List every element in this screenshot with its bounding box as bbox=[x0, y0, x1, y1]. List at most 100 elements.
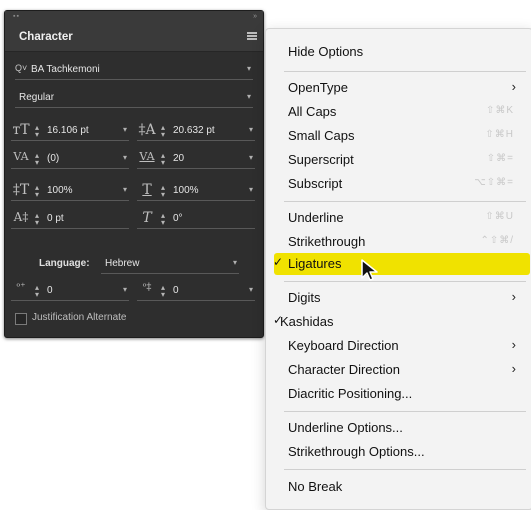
menu-item-hide-options[interactable]: Hide Options bbox=[266, 41, 531, 63]
mouse-pointer-icon bbox=[361, 259, 378, 281]
stepper-icon[interactable]: ▴ ▾ bbox=[159, 212, 167, 227]
menu-separator bbox=[284, 469, 526, 470]
chevron-down-icon[interactable]: ▾ bbox=[123, 125, 127, 134]
chevron-down-icon[interactable]: ▾ bbox=[249, 185, 253, 194]
font-style-select[interactable]: Regular ▾ bbox=[15, 89, 253, 108]
skew-field[interactable]: T ▴ ▾ 0° bbox=[137, 210, 255, 229]
vertical-scale-field[interactable]: ‡T ▴ ▾ 100% ▾ bbox=[11, 182, 129, 201]
menu-item-no-break[interactable]: No Break bbox=[266, 476, 531, 498]
tracking-field[interactable]: VA ▴ ▾ 20 ▾ bbox=[137, 150, 255, 169]
stepper-icon[interactable]: ▴ ▾ bbox=[33, 212, 41, 227]
panel-menu-icon[interactable] bbox=[247, 32, 257, 40]
menu-item-label: Digits bbox=[288, 290, 321, 305]
kerning-field[interactable]: VA ▴ ▾ (0) ▾ bbox=[11, 150, 129, 169]
stepper-icon[interactable]: ▴ ▾ bbox=[159, 184, 167, 199]
menu-item-strikethrough[interactable]: Strikethrough ⌃⇧⌘/ bbox=[266, 231, 531, 253]
leading-icon: ‡A bbox=[138, 122, 156, 138]
chevron-down-icon[interactable]: ▾ bbox=[123, 153, 127, 162]
menu-item-label: All Caps bbox=[288, 104, 337, 119]
chevron-down-icon[interactable]: ▾ bbox=[233, 258, 237, 267]
menu-item-label: Diacritic Positioning... bbox=[288, 386, 413, 401]
shortcut-label: ⌥⇧⌘= bbox=[474, 177, 514, 188]
collapse-icon[interactable]: » bbox=[253, 13, 257, 20]
leading-field[interactable]: ‡A ▴ ▾ 20.632 pt ▾ bbox=[137, 122, 255, 141]
leading-value[interactable]: 20.632 pt bbox=[173, 125, 215, 136]
tracking-value[interactable]: 20 bbox=[173, 153, 184, 164]
stepper-icon[interactable]: ▴ ▾ bbox=[159, 284, 167, 299]
font-family-select[interactable]: Q˅ BA Tachkemoni ▾ bbox=[15, 61, 253, 80]
horizontal-scale-field[interactable]: T ▴ ▾ 100% ▾ bbox=[137, 182, 255, 201]
baseline-shift-icon: A‡ bbox=[13, 210, 29, 224]
font-size-icon: ᴛT bbox=[12, 122, 30, 138]
horizontal-scale-value[interactable]: 100% bbox=[173, 185, 199, 196]
menu-item-diacritic-positioning[interactable]: Diacritic Positioning... bbox=[266, 383, 531, 405]
menu-item-underline-options[interactable]: Underline Options... bbox=[266, 417, 531, 439]
menu-item-opentype[interactable]: OpenType › bbox=[266, 77, 531, 99]
chevron-down-icon[interactable]: ▾ bbox=[249, 153, 253, 162]
chevron-down-icon[interactable]: ▾ bbox=[123, 185, 127, 194]
chevron-down-icon[interactable]: ▾ bbox=[247, 64, 251, 73]
menu-item-subscript[interactable]: Subscript ⌥⇧⌘= bbox=[266, 173, 531, 195]
submenu-arrow-icon: › bbox=[511, 361, 516, 376]
baseline-shift-field[interactable]: A‡ ▴ ▾ 0 pt bbox=[11, 210, 129, 229]
menu-item-small-caps[interactable]: Small Caps ⇧⌘H bbox=[266, 125, 531, 147]
menu-item-label: Keyboard Direction bbox=[288, 338, 399, 353]
menu-item-all-caps[interactable]: All Caps ⇧⌘K bbox=[266, 101, 531, 123]
menu-item-label: Character Direction bbox=[288, 362, 400, 377]
font-size-value[interactable]: 16.106 pt bbox=[47, 125, 89, 136]
menu-item-label: Underline bbox=[288, 210, 344, 225]
stepper-icon[interactable]: ▴ ▾ bbox=[33, 124, 41, 139]
diacritic-y-value[interactable]: 0 bbox=[173, 285, 179, 296]
stepper-icon[interactable]: ▴ ▾ bbox=[33, 284, 41, 299]
vertical-scale-value[interactable]: 100% bbox=[47, 185, 73, 196]
chevron-down-icon[interactable]: ▾ bbox=[249, 125, 253, 134]
diacritic-y-field[interactable]: ᵒ‡ ▴ ▾ 0 ▾ bbox=[137, 282, 255, 301]
submenu-arrow-icon: › bbox=[511, 337, 516, 352]
menu-item-digits[interactable]: Digits › bbox=[266, 287, 531, 309]
menu-item-label: Strikethrough bbox=[288, 234, 366, 249]
shortcut-label: ⇧⌘H bbox=[485, 129, 514, 140]
menu-item-label: Kashidas bbox=[280, 314, 334, 329]
chevron-down-icon[interactable]: ▾ bbox=[249, 285, 253, 294]
diacritic-x-icon: ᵒ⁺ bbox=[16, 282, 26, 293]
stepper-icon[interactable]: ▴ ▾ bbox=[33, 184, 41, 199]
justification-label: Justification Alternate bbox=[32, 312, 127, 323]
checkmark-icon: ✓ bbox=[273, 255, 284, 269]
language-label: Language: bbox=[39, 258, 90, 269]
skew-value[interactable]: 0° bbox=[173, 213, 183, 224]
menu-item-keyboard-direction[interactable]: Keyboard Direction › bbox=[266, 335, 531, 357]
language-select[interactable]: Hebrew ▾ bbox=[101, 255, 239, 274]
font-style-value: Regular bbox=[19, 92, 55, 103]
panel-title: Character bbox=[19, 31, 73, 43]
menu-item-character-direction[interactable]: Character Direction › bbox=[266, 359, 531, 381]
font-family-value: BA Tachkemoni bbox=[31, 64, 100, 75]
chevron-down-icon[interactable]: ▾ bbox=[123, 285, 127, 294]
kerning-value[interactable]: (0) bbox=[47, 153, 59, 164]
font-size-field[interactable]: ᴛT ▴ ▾ 16.106 pt ▾ bbox=[11, 122, 129, 141]
character-options-menu: Hide Options OpenType › All Caps ⇧⌘K Small… bbox=[265, 28, 531, 510]
menu-item-underline[interactable]: Underline ⇧⌘U bbox=[266, 207, 531, 229]
kerning-icon: VA bbox=[13, 150, 29, 163]
menu-item-label: OpenType bbox=[288, 80, 348, 95]
find-font-icon[interactable]: Q˅ bbox=[15, 63, 27, 73]
menu-item-superscript[interactable]: Superscript ⇧⌘= bbox=[266, 149, 531, 171]
stepper-icon[interactable]: ▴ ▾ bbox=[33, 152, 41, 167]
stepper-icon[interactable]: ▴ ▾ bbox=[159, 124, 167, 139]
character-panel: ▪▪ » Character Q˅ BA Tachkemoni ▾ Regula… bbox=[4, 10, 264, 338]
baseline-shift-value[interactable]: 0 pt bbox=[47, 213, 64, 224]
stepper-icon[interactable]: ▴ ▾ bbox=[159, 152, 167, 167]
menu-separator bbox=[284, 411, 526, 412]
horizontal-scale-icon: T bbox=[142, 182, 152, 198]
menu-item-ligatures[interactable]: ✓ Ligatures bbox=[273, 253, 530, 275]
panel-header[interactable]: ▪▪ » Character bbox=[5, 11, 263, 52]
menu-separator bbox=[284, 201, 526, 202]
menu-item-kashidas[interactable]: ✓ Kashidas bbox=[266, 311, 531, 333]
justification-checkbox[interactable] bbox=[15, 313, 27, 325]
language-value: Hebrew bbox=[105, 258, 140, 269]
shortcut-label: ⇧⌘K bbox=[485, 105, 514, 116]
diacritic-x-field[interactable]: ᵒ⁺ ▴ ▾ 0 ▾ bbox=[11, 282, 129, 301]
menu-item-strikethrough-options[interactable]: Strikethrough Options... bbox=[266, 441, 531, 463]
diacritic-x-value[interactable]: 0 bbox=[47, 285, 53, 296]
grip-icon[interactable]: ▪▪ bbox=[13, 13, 20, 20]
chevron-down-icon[interactable]: ▾ bbox=[247, 92, 251, 101]
